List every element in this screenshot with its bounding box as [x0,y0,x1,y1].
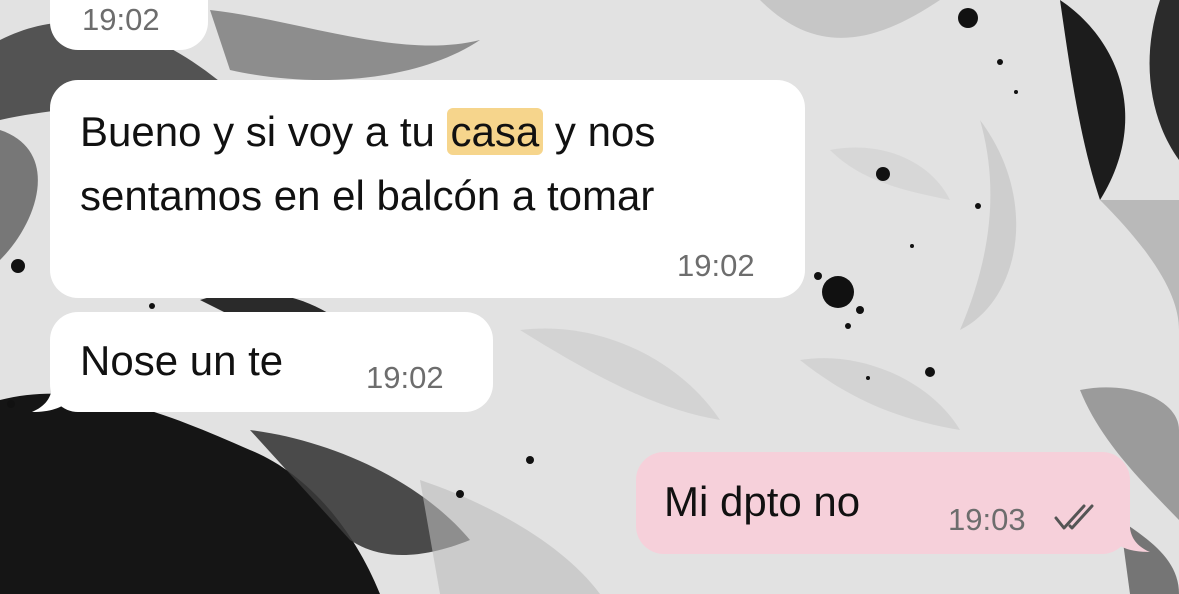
message-bubble-incoming[interactable]: 19:02 [50,0,208,50]
message-text: Bueno y si voy a tu casa y nos [80,100,655,163]
message-timestamp: 19:02 [366,360,444,395]
double-check-icon [1054,504,1094,530]
message-timestamp: 19:02 [82,2,160,37]
message-timestamp: 19:03 [948,502,1026,537]
message-bubble-outgoing[interactable]: Mi dpto no 19:03 [636,452,1130,554]
message-bubble-incoming[interactable]: Nose un te 19:02 [50,312,493,412]
message-text-line: sentamos en el balcón a tomar [80,172,655,219]
search-highlight: casa [446,108,544,155]
message-text-part: y nos [543,108,656,155]
message-text: Mi dpto no [664,478,861,525]
message-timestamp: 19:02 [677,248,755,283]
message-bubble-incoming[interactable]: Bueno y si voy a tu casa y nos sentamos … [50,80,805,298]
message-text: Nose un te [80,337,284,384]
message-text-part: Bueno y si voy a tu [80,108,447,155]
